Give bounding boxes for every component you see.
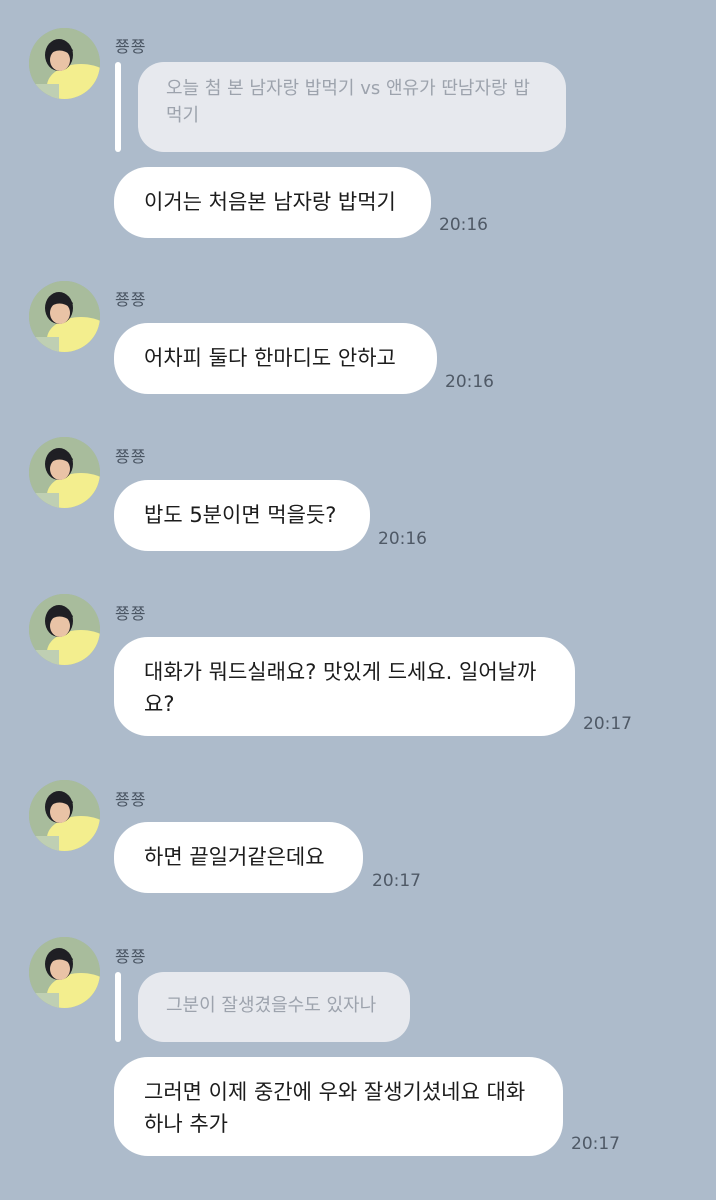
- quoted-message[interactable]: 그분이 잘생겼을수도 있자나: [138, 972, 410, 1042]
- message-bubble[interactable]: 이거는 처음본 남자랑 밥먹기: [114, 167, 431, 238]
- avatar-icon[interactable]: [29, 937, 100, 1008]
- message-time: 20:17: [571, 1134, 620, 1154]
- sender-name: 쭁쭁: [115, 447, 147, 466]
- message-bubble[interactable]: 밥도 5분이면 먹을듯?: [114, 480, 370, 551]
- message-time: 20:17: [583, 714, 632, 734]
- avatar-icon[interactable]: [29, 594, 100, 665]
- message-bubble[interactable]: 어차피 둘다 한마디도 안하고: [114, 323, 437, 394]
- quoted-message[interactable]: 오늘 첨 본 남자랑 밥먹기 vs 앤유가 딴남자랑 밥먹기: [138, 62, 566, 152]
- message-time: 20:16: [378, 529, 427, 549]
- avatar-icon[interactable]: [29, 780, 100, 851]
- avatar-icon[interactable]: [29, 281, 100, 352]
- chat-area[interactable]: 쭁쭁 오늘 첨 본 남자랑 밥먹기 vs 앤유가 딴남자랑 밥먹기 이거는 처음…: [0, 0, 716, 1200]
- sender-name: 쭁쭁: [115, 37, 147, 56]
- avatar-icon[interactable]: [29, 28, 100, 99]
- reply-indicator-bar: [115, 62, 121, 152]
- message-bubble[interactable]: 대화가 뭐드실래요? 맛있게 드세요. 일어날까요?: [114, 637, 575, 736]
- sender-name: 쭁쭁: [115, 790, 147, 809]
- message-time: 20:16: [445, 372, 494, 392]
- message-time: 20:17: [372, 871, 421, 891]
- message-time: 20:16: [439, 215, 488, 235]
- sender-name: 쭁쭁: [115, 290, 147, 309]
- sender-name: 쭁쭁: [115, 947, 147, 966]
- message-bubble[interactable]: 그러면 이제 중간에 우와 잘생기셨네요 대화 하나 추가: [114, 1057, 563, 1156]
- sender-name: 쭁쭁: [115, 604, 147, 623]
- message-bubble[interactable]: 하면 끝일거같은데요: [114, 822, 363, 893]
- reply-indicator-bar: [115, 972, 121, 1042]
- avatar-icon[interactable]: [29, 437, 100, 508]
